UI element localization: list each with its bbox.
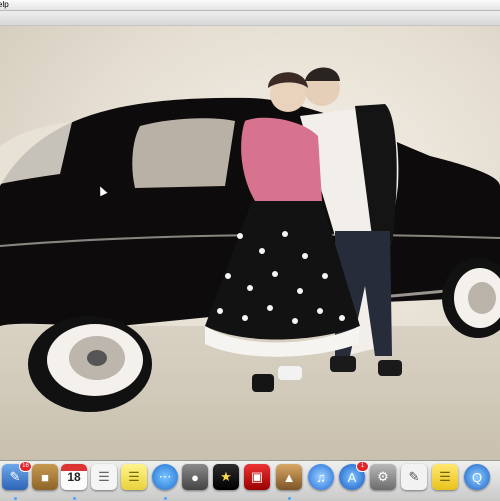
notes-icon[interactable]: ☰ bbox=[432, 464, 458, 490]
preview-badge: 16 bbox=[19, 461, 32, 472]
photo-booth-icon[interactable]: ▣ bbox=[244, 464, 270, 490]
menu-help[interactable]: elp bbox=[0, 0, 9, 10]
app-store-badge: 1 bbox=[356, 461, 369, 472]
photo-scene bbox=[0, 67, 500, 412]
system-preferences-icon[interactable]: ⚙ bbox=[370, 464, 396, 490]
imovie-star-icon[interactable]: ★ bbox=[213, 464, 239, 490]
app-store-icon[interactable]: A 1 bbox=[339, 461, 369, 490]
calendar-icon[interactable]: 18 bbox=[61, 464, 87, 490]
textedit-icon[interactable]: ☰ bbox=[91, 464, 117, 490]
menu-bar: elp bbox=[0, 0, 500, 11]
itunes-icon[interactable]: ♫ bbox=[308, 464, 334, 490]
stickies-icon[interactable]: ☰ bbox=[121, 464, 147, 490]
script-editor-icon[interactable]: ✎ bbox=[401, 464, 427, 490]
dock: ✎ 16 ■ 18 ☰ ☰ ⋯ ● ★ ▣ ▲ ♫ A 1 ⚙ ✎ ☰ Q bbox=[0, 460, 500, 501]
ichat-icon[interactable]: ⋯ bbox=[152, 464, 178, 490]
video-camera-icon[interactable]: ● bbox=[182, 464, 208, 490]
couple-car-photo bbox=[0, 26, 500, 460]
calendar-date: 18 bbox=[67, 470, 81, 484]
window-toolbar bbox=[0, 11, 500, 26]
iphoto-icon[interactable]: ▲ bbox=[276, 464, 302, 490]
address-book-icon[interactable]: ■ bbox=[32, 464, 58, 490]
preview-icon[interactable]: ✎ 16 bbox=[2, 461, 32, 490]
quicktime-icon[interactable]: Q bbox=[464, 464, 490, 490]
